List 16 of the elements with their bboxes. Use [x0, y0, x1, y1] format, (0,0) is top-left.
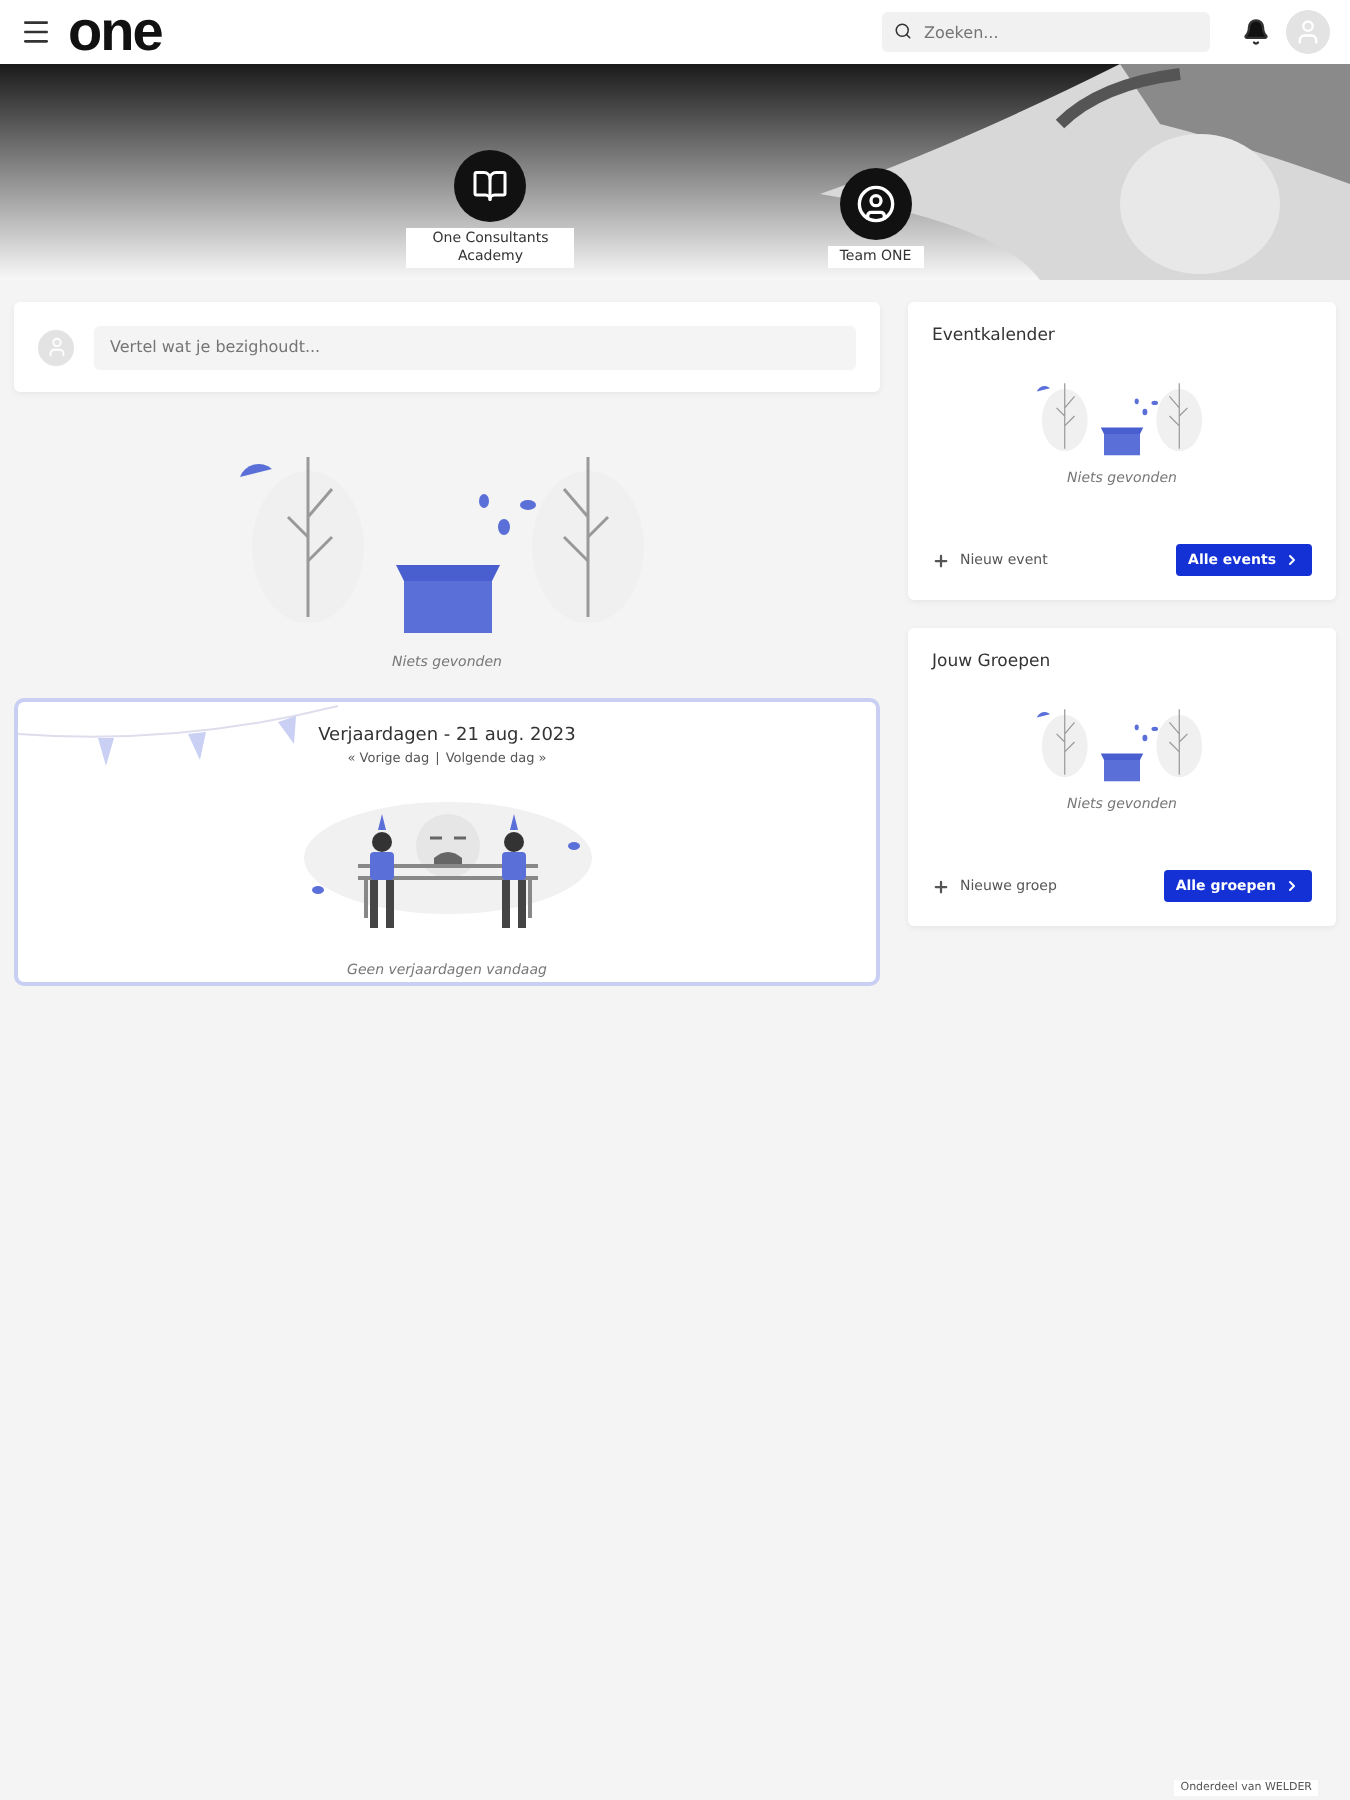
- bell-icon[interactable]: [1242, 18, 1270, 46]
- chevron-right-icon: [1284, 552, 1300, 568]
- post-input[interactable]: Vertel wat je bezighoudt...: [94, 325, 856, 369]
- widget-title: Eventkalender: [932, 326, 1057, 346]
- widget-title: Jouw Groepen: [932, 652, 1053, 672]
- avatar: [38, 329, 74, 365]
- plus-icon: [932, 877, 950, 895]
- plus-icon: [932, 551, 950, 569]
- search-icon: [894, 22, 912, 40]
- book-icon: [472, 167, 509, 204]
- search-field[interactable]: Zoeken...: [882, 12, 1210, 52]
- birthday-title: Verjaardagen - 21 aug. 2023: [318, 726, 576, 746]
- user-icon: [855, 183, 896, 224]
- logo[interactable]: one: [68, 4, 162, 60]
- chevron-right-icon: [1284, 878, 1300, 894]
- menu-icon[interactable]: [20, 16, 52, 48]
